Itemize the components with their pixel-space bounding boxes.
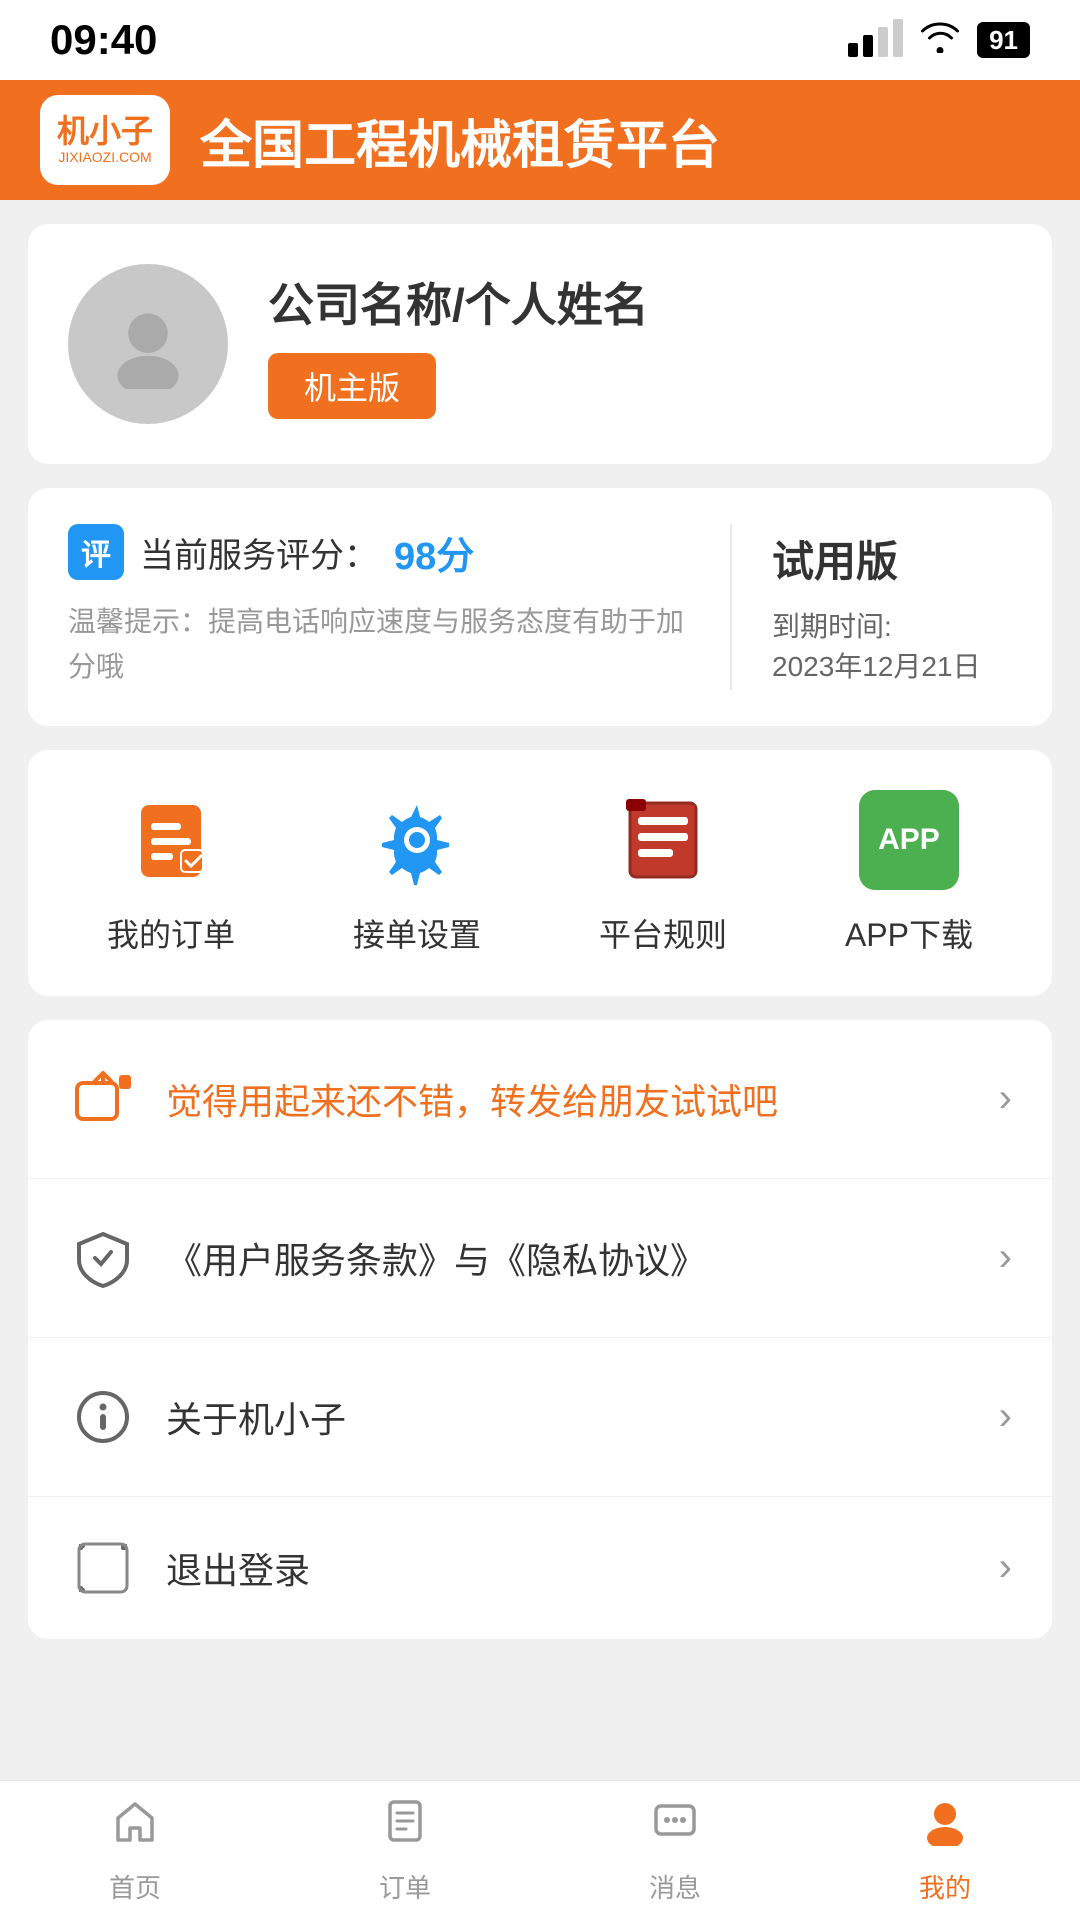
profile-card: 公司名称/个人姓名 机主版 xyxy=(28,224,1052,464)
about-arrow-icon: › xyxy=(999,1394,1012,1439)
orders-icon xyxy=(380,1796,430,1858)
nav-item-messages[interactable]: 消息 xyxy=(649,1796,701,1905)
nav-item-home[interactable]: 首页 xyxy=(109,1796,161,1905)
score-icon: 评 xyxy=(68,524,124,580)
logo-main-text: 机小子 xyxy=(57,115,153,147)
score-value: 98分 xyxy=(394,525,474,580)
list-item-share-text: 觉得用起来还不错，转发给朋友试试吧 xyxy=(166,1073,971,1125)
info-icon xyxy=(68,1382,138,1452)
settings-icon xyxy=(367,790,467,890)
expire-date: 2023年12月21日 xyxy=(772,645,1012,685)
nav-label-mine: 我的 xyxy=(919,1868,971,1905)
score-card: 评 当前服务评分： 98分 温馨提示：提高电话响应速度与服务态度有助于加分哦 试… xyxy=(28,488,1052,726)
nav-item-orders[interactable]: 订单 xyxy=(379,1796,431,1905)
action-rules[interactable]: 平台规则 xyxy=(599,790,727,956)
header-title: 全国工程机械租赁平台 xyxy=(200,103,720,178)
exit-icon xyxy=(68,1533,138,1603)
action-app-download[interactable]: APP APP下载 xyxy=(845,790,973,956)
list-item-logout-text: 退出登录 xyxy=(166,1542,971,1594)
bottom-nav: 首页 订单 消息 xyxy=(0,1780,1080,1920)
share-arrow-icon: › xyxy=(999,1076,1012,1121)
terms-arrow-icon: › xyxy=(999,1235,1012,1280)
action-settings-label: 接单设置 xyxy=(353,910,481,956)
status-bar: 09:40 91 xyxy=(0,0,1080,80)
signal-icon xyxy=(848,23,903,57)
score-left: 评 当前服务评分： 98分 温馨提示：提高电话响应速度与服务态度有助于加分哦 xyxy=(68,524,732,690)
battery-icon: 91 xyxy=(977,22,1030,58)
nav-item-mine[interactable]: 我的 xyxy=(919,1796,971,1905)
list-item-about-text: 关于机小子 xyxy=(166,1391,971,1443)
score-label: 当前服务评分： xyxy=(140,528,378,577)
main-content: 公司名称/个人姓名 机主版 评 当前服务评分： 98分 温馨提示：提高电话响应速… xyxy=(0,200,1080,1847)
app-download-icon: APP xyxy=(859,790,959,890)
messages-icon xyxy=(650,1796,700,1858)
logout-arrow-icon: › xyxy=(999,1545,1012,1590)
app-badge: APP xyxy=(859,790,959,890)
list-item-share[interactable]: 觉得用起来还不错，转发给朋友试试吧 › xyxy=(28,1020,1052,1179)
status-icons: 91 xyxy=(848,19,1030,61)
quick-actions: 我的订单 接单设置 xyxy=(28,750,1052,996)
action-settings[interactable]: 接单设置 xyxy=(353,790,481,956)
app-header: 机小子 JIXIAOZI.COM 全国工程机械租赁平台 xyxy=(0,80,1080,200)
score-right: 试用版 到期时间: 2023年12月21日 xyxy=(732,524,1012,690)
role-badge: 机主版 xyxy=(268,353,436,419)
list-item-about[interactable]: 关于机小子 › xyxy=(28,1338,1052,1497)
avatar xyxy=(68,264,228,424)
profile-info: 公司名称/个人姓名 机主版 xyxy=(268,269,649,419)
expire-label: 到期时间: xyxy=(772,605,1012,645)
order-icon xyxy=(121,790,221,890)
score-hint: 温馨提示：提高电话响应速度与服务态度有助于加分哦 xyxy=(68,600,690,690)
action-rules-label: 平台规则 xyxy=(599,910,727,956)
mine-icon xyxy=(920,1796,970,1858)
list-item-terms[interactable]: 《用户服务条款》与《隐私协议》 › xyxy=(28,1179,1052,1338)
action-orders-label: 我的订单 xyxy=(107,910,235,956)
wifi-icon xyxy=(919,19,961,61)
action-app-label: APP下载 xyxy=(845,910,973,956)
list-item-logout[interactable]: 退出登录 › xyxy=(28,1497,1052,1639)
action-orders[interactable]: 我的订单 xyxy=(107,790,235,956)
nav-label-home: 首页 xyxy=(109,1868,161,1905)
status-time: 09:40 xyxy=(50,16,157,64)
trial-title: 试用版 xyxy=(772,528,1012,589)
shield-icon xyxy=(68,1223,138,1293)
home-icon xyxy=(110,1796,160,1858)
rules-icon xyxy=(613,790,713,890)
list-item-terms-text: 《用户服务条款》与《隐私协议》 xyxy=(166,1232,971,1284)
share-icon xyxy=(68,1064,138,1134)
logo-sub-text: JIXIAOZI.COM xyxy=(58,149,151,165)
nav-label-orders: 订单 xyxy=(379,1868,431,1905)
list-card: 觉得用起来还不错，转发给朋友试试吧 › 《用户服务条款》与《隐私协议》 › xyxy=(28,1020,1052,1639)
score-top: 评 当前服务评分： 98分 xyxy=(68,524,690,580)
app-logo: 机小子 JIXIAOZI.COM xyxy=(40,95,170,185)
profile-name: 公司名称/个人姓名 xyxy=(268,269,649,335)
nav-label-messages: 消息 xyxy=(649,1868,701,1905)
